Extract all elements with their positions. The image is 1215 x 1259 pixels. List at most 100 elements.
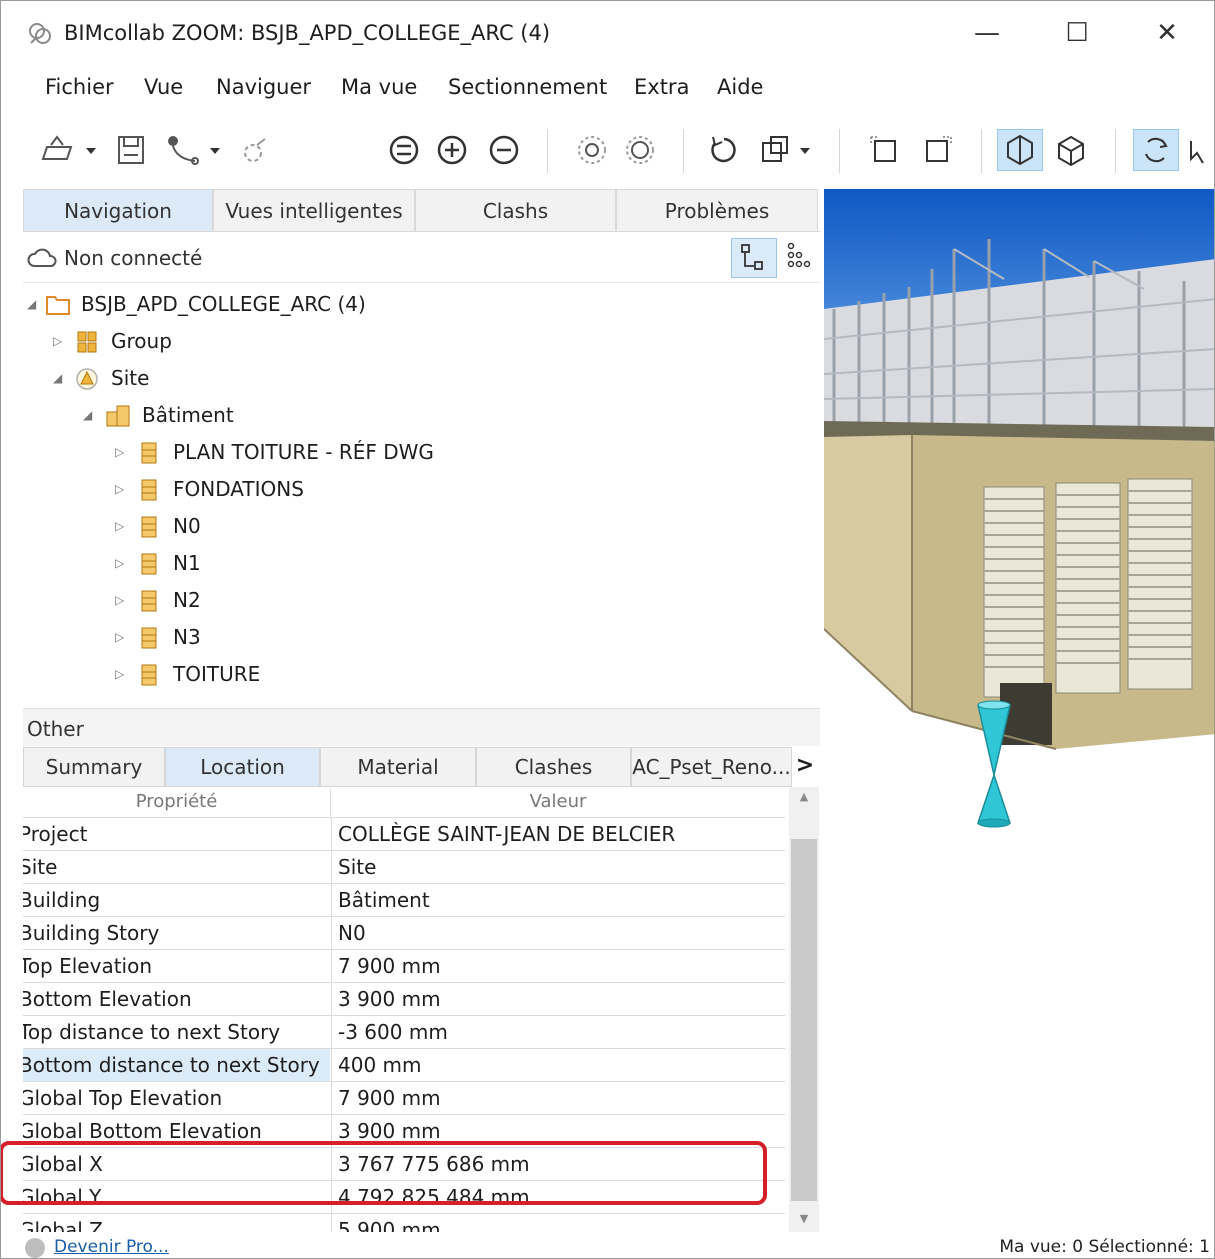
- collapse-arrow-icon[interactable]: ◢: [83, 398, 97, 432]
- tree-node-storey[interactable]: ▷ FONDATIONS: [23, 472, 723, 506]
- menu-sectionnement[interactable]: Sectionnement: [448, 75, 607, 99]
- shaded-mode-icon[interactable]: [997, 129, 1043, 171]
- menu-aide[interactable]: Aide: [717, 75, 763, 99]
- tree-node-storey[interactable]: ▷ PLAN TOITURE - RÉF DWG: [23, 435, 723, 469]
- collapse-arrow-icon[interactable]: ◢: [53, 361, 67, 395]
- menu-fichier[interactable]: Fichier: [45, 75, 114, 99]
- close-button[interactable]: ✕: [1147, 15, 1187, 51]
- select-pointer-icon[interactable]: [1185, 129, 1214, 171]
- minimize-button[interactable]: —: [967, 15, 1007, 51]
- property-name: Site: [23, 855, 58, 879]
- 3d-viewport[interactable]: [824, 189, 1214, 1235]
- property-row[interactable]: Project COLLÈGE SAINT-JEAN DE BELCIER: [23, 817, 785, 850]
- open-model-icon[interactable]: [37, 129, 81, 171]
- isolate-all-icon[interactable]: [621, 129, 659, 171]
- scroll-up-arrow-icon[interactable]: ▲: [789, 787, 819, 807]
- property-row-selected[interactable]: Bottom distance to next Story 400 mm: [23, 1048, 785, 1081]
- scrollbar-thumb[interactable]: [791, 839, 817, 1201]
- property-row[interactable]: Site Site: [23, 850, 785, 883]
- menu-vue[interactable]: Vue: [144, 75, 183, 99]
- property-value: 7 900 mm: [331, 950, 785, 982]
- menu-naviguer[interactable]: Naviguer: [216, 75, 311, 99]
- section-box-icon[interactable]: [755, 129, 795, 171]
- measure-dropdown-chevron-icon[interactable]: [207, 129, 223, 171]
- column-header-value[interactable]: Valeur: [331, 787, 785, 817]
- pro-badge-icon: [25, 1238, 45, 1258]
- site-icon: [75, 367, 99, 391]
- property-row[interactable]: Bottom Elevation 3 900 mm: [23, 982, 785, 1015]
- front-view-icon[interactable]: [865, 129, 905, 171]
- tree-node-storey[interactable]: ▷ N2: [23, 583, 723, 617]
- tree-label: FONDATIONS: [173, 477, 304, 501]
- expand-arrow-icon[interactable]: ▷: [115, 472, 129, 506]
- property-row[interactable]: Top distance to next Story -3 600 mm: [23, 1015, 785, 1048]
- storey-icon: [137, 589, 161, 613]
- expand-arrow-icon[interactable]: ▷: [115, 583, 129, 617]
- tree-node-storey[interactable]: ▷ N0: [23, 509, 723, 543]
- tab-material[interactable]: Material: [320, 747, 476, 787]
- tree-node-project[interactable]: ◢ BSJB_APD_COLLEGE_ARC (4): [23, 287, 723, 321]
- tab-ac-pset-reno[interactable]: AC_Pset_Reno...: [631, 747, 792, 787]
- column-header-property[interactable]: Propriété: [23, 787, 330, 817]
- window-title: BIMcollab ZOOM: BSJB_APD_COLLEGE_ARC (4): [64, 21, 551, 45]
- more-tabs-chevron-icon[interactable]: >: [792, 747, 818, 787]
- tree-node-storey[interactable]: ▷ N3: [23, 620, 723, 654]
- tab-clashes[interactable]: Clashes: [476, 747, 631, 787]
- back-view-icon[interactable]: [917, 129, 957, 171]
- menu-extra[interactable]: Extra: [634, 75, 689, 99]
- undo-view-icon[interactable]: [705, 129, 743, 171]
- wireframe-mode-icon[interactable]: [1051, 129, 1091, 171]
- property-row[interactable]: Building Bâtiment: [23, 883, 785, 916]
- tab-summary[interactable]: Summary: [23, 747, 165, 787]
- collapse-arrow-icon[interactable]: ◢: [27, 287, 41, 321]
- tree-node-group[interactable]: ▷ Group: [23, 324, 723, 358]
- highlight-annotation-box: [1, 1141, 767, 1205]
- property-name: Top distance to next Story: [23, 1020, 281, 1044]
- expand-arrow-icon[interactable]: ▷: [115, 435, 129, 469]
- tab-problemes[interactable]: Problèmes: [616, 189, 818, 231]
- tab-clashs[interactable]: Clashs: [415, 189, 616, 231]
- property-row[interactable]: Building Story N0: [23, 916, 785, 949]
- expand-arrow-icon[interactable]: ▷: [115, 546, 129, 580]
- maximize-button[interactable]: ☐: [1057, 15, 1097, 51]
- show-all-icon[interactable]: [385, 129, 423, 171]
- flat-view-button[interactable]: [779, 238, 825, 278]
- become-pro-link[interactable]: Devenir Pro...: [54, 1237, 169, 1257]
- tree-label: Site: [111, 366, 150, 390]
- measure-icon[interactable]: [161, 129, 205, 171]
- expand-arrow-icon[interactable]: ▷: [115, 509, 129, 543]
- property-value: 5 900 mm: [331, 1214, 785, 1232]
- toolbar-separator: [1115, 129, 1116, 173]
- menu-ma-vue[interactable]: Ma vue: [341, 75, 417, 99]
- scroll-down-arrow-icon[interactable]: ▼: [789, 1209, 819, 1229]
- tab-vues-intelligentes[interactable]: Vues intelligentes: [213, 189, 415, 231]
- isolate-icon[interactable]: [573, 129, 611, 171]
- tree-node-building[interactable]: ◢ Bâtiment: [23, 398, 723, 432]
- tree-node-site[interactable]: ◢ Site: [23, 361, 723, 395]
- expand-arrow-icon[interactable]: ▷: [53, 324, 67, 358]
- model-tree: ◢ BSJB_APD_COLLEGE_ARC (4) ▷ Group ◢ Sit…: [23, 285, 820, 705]
- location-marker-icon: [976, 700, 1012, 828]
- open-dropdown-chevron-icon[interactable]: [83, 129, 99, 171]
- property-grid-scrollbar[interactable]: ▲ ▼: [789, 787, 819, 1232]
- tab-location[interactable]: Location: [165, 747, 320, 787]
- add-to-selection-icon[interactable]: [433, 129, 471, 171]
- property-row[interactable]: Global Z 5 900 mm: [23, 1213, 785, 1232]
- storey-icon: [137, 663, 161, 687]
- expand-arrow-icon[interactable]: ▷: [115, 657, 129, 691]
- tree-node-storey[interactable]: ▷ TOITURE: [23, 657, 723, 691]
- property-row[interactable]: Global Top Elevation 7 900 mm: [23, 1081, 785, 1114]
- section-dropdown-chevron-icon[interactable]: [797, 129, 813, 171]
- expand-arrow-icon[interactable]: ▷: [115, 620, 129, 654]
- storey-icon: [137, 552, 161, 576]
- link-icon[interactable]: [235, 129, 275, 171]
- tab-navigation[interactable]: Navigation: [23, 189, 213, 231]
- menu-bar: Fichier Vue Naviguer Ma vue Sectionnemen…: [23, 65, 1214, 113]
- orbit-icon[interactable]: [1133, 129, 1179, 171]
- property-row[interactable]: Top Elevation 7 900 mm: [23, 949, 785, 982]
- tree-node-storey[interactable]: ▷ N1: [23, 546, 723, 580]
- remove-from-selection-icon[interactable]: [485, 129, 523, 171]
- tree-label: TOITURE: [173, 662, 261, 686]
- save-icon[interactable]: [111, 129, 151, 171]
- tree-view-button[interactable]: [731, 238, 777, 278]
